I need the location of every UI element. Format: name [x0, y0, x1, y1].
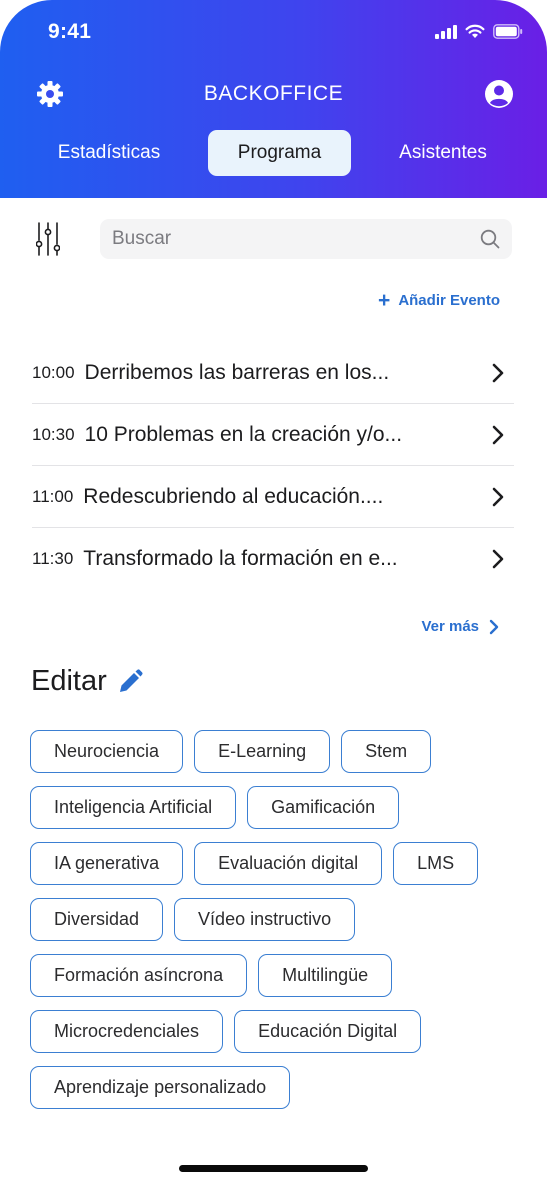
status-icons [435, 24, 523, 39]
tag-chip[interactable]: Formación asíncrona [30, 954, 248, 997]
signal-icon [435, 24, 457, 39]
tag-chip[interactable]: Diversidad [30, 898, 164, 941]
event-row[interactable]: 10:30 10 Problemas en la creación y/o... [32, 404, 514, 466]
tag-chip[interactable]: Stem [341, 730, 432, 773]
edit-section-header[interactable]: Editar [31, 665, 143, 698]
tag-chip[interactable]: E-Learning [194, 730, 331, 773]
app-title: BACKOFFICE [203, 82, 344, 105]
tag-chip[interactable]: Neurociencia [30, 730, 184, 773]
tag-chip[interactable]: LMS [393, 842, 479, 885]
tab-programa[interactable]: Programa [208, 130, 351, 176]
profile-button[interactable] [484, 79, 514, 109]
pencil-icon [119, 668, 143, 692]
tag-chip[interactable]: Educación Digital [234, 1010, 422, 1053]
add-event-label: Añadir Evento [398, 292, 500, 309]
tab-bar: Estadísticas Programa Asistentes [0, 130, 547, 178]
see-more-label: Ver más [421, 618, 479, 635]
tag-chip[interactable]: Aprendizaje personalizado [30, 1066, 291, 1109]
chevron-right-icon [492, 487, 504, 507]
event-time: 10:00 [32, 362, 75, 382]
tab-asistentes[interactable]: Asistentes [377, 130, 509, 176]
status-bar: 9:41 [0, 0, 547, 64]
tag-chip[interactable]: Microcredenciales [30, 1010, 224, 1053]
chevron-right-icon [492, 425, 504, 445]
chevron-right-icon [492, 549, 504, 569]
see-more-link[interactable]: Ver más [421, 618, 499, 635]
event-time: 11:30 [32, 549, 74, 568]
wifi-icon [465, 24, 485, 38]
event-title: Redescubriendo al educación.... [83, 484, 384, 508]
event-title: Derribemos las barreras en los... [84, 360, 390, 384]
filter-button[interactable] [35, 222, 61, 256]
home-indicator[interactable] [179, 1165, 368, 1172]
plus-icon: + [378, 288, 391, 312]
tag-chip[interactable]: Multilingüe [258, 954, 393, 997]
event-row[interactable]: 10:00 Derribemos las barreras en los... [32, 342, 514, 404]
sliders-icon [35, 222, 61, 256]
edit-title: Editar [31, 665, 107, 697]
chevron-right-icon [492, 363, 504, 383]
battery-icon [493, 24, 523, 39]
event-time: 10:30 [32, 424, 75, 444]
event-list: 10:00 Derribemos las barreras en los... … [32, 342, 514, 590]
event-row[interactable]: 11:00 Redescubriendo al educación.... [32, 466, 514, 528]
user-circle-icon [485, 80, 513, 108]
tag-chip[interactable]: Vídeo instructivo [174, 898, 356, 941]
chevron-right-icon [489, 619, 499, 634]
tag-list: Neurociencia E-Learning Stem Inteligenci… [30, 730, 520, 1109]
search-input[interactable] [112, 219, 462, 259]
tag-chip[interactable]: Gamificación [247, 786, 400, 829]
search-icon[interactable] [480, 229, 500, 249]
app-header: 9:41 BACKOFFICE Estadísticas Programa As… [0, 0, 547, 198]
status-time: 9:41 [48, 20, 92, 43]
tab-estadisticas[interactable]: Estadísticas [36, 130, 182, 176]
add-event-button[interactable]: + Añadir Evento [378, 288, 500, 312]
tag-chip[interactable]: IA generativa [30, 842, 184, 885]
event-title: Transformado la formación en e... [83, 547, 398, 570]
search-box [100, 219, 512, 259]
event-title: 10 Problemas en la creación y/o... [84, 422, 403, 446]
tag-chip[interactable]: Evaluación digital [194, 842, 383, 885]
event-time: 11:00 [32, 486, 74, 506]
tag-chip[interactable]: Inteligencia Artificial [30, 786, 237, 829]
event-row[interactable]: 11:30 Transformado la formación en e... [32, 528, 514, 590]
